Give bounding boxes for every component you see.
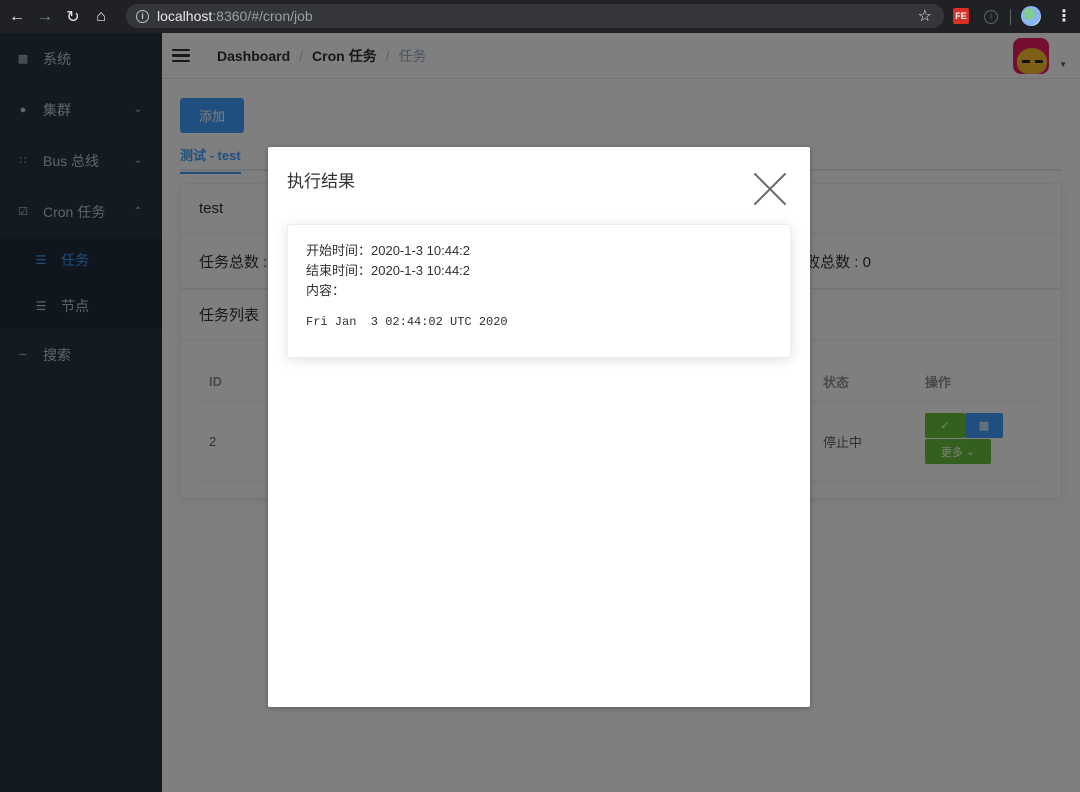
result-card: 开始时间：2020-1-3 10:44:2 结束时间：2020-1-3 10:4…	[287, 224, 791, 358]
dialog-title: 执行结果	[287, 172, 355, 191]
close-icon[interactable]	[754, 173, 786, 205]
fe-extension-icon[interactable]: FE	[953, 8, 969, 24]
content-label: 内容：	[306, 283, 346, 298]
info-extension-icon[interactable]: i	[984, 10, 998, 24]
forward-arrow-icon[interactable]: →	[34, 6, 56, 28]
bookmark-star-icon[interactable]: ☆	[918, 6, 932, 26]
home-icon[interactable]: ⌂	[90, 6, 112, 28]
end-time: 结束时间：2020-1-3 10:44:2	[306, 263, 471, 278]
url-host: localhost	[157, 8, 213, 24]
site-info-icon[interactable]: i	[136, 9, 149, 23]
content-output: Fri Jan 3 02:44:02 UTC 2020	[306, 315, 508, 329]
address-bar[interactable]: i localhost:8360/#/cron/job ☆	[126, 4, 944, 28]
result-dialog: 执行结果 开始时间：2020-1-3 10:44:2 结束时间：2020-1-3…	[268, 147, 810, 707]
url-path: :8360/#/cron/job	[212, 8, 313, 24]
back-arrow-icon[interactable]: ←	[6, 6, 28, 28]
start-time: 开始时间：2020-1-3 10:44:2	[306, 243, 471, 258]
browser-toolbar: ← → ↻ ⌂ i localhost:8360/#/cron/job ☆ FE…	[0, 0, 1080, 33]
profile-avatar-icon[interactable]	[1021, 6, 1041, 26]
kebab-menu-icon[interactable]: ⋮	[1056, 6, 1072, 26]
reload-icon[interactable]: ↻	[62, 6, 84, 28]
toolbar-divider	[1010, 9, 1011, 25]
